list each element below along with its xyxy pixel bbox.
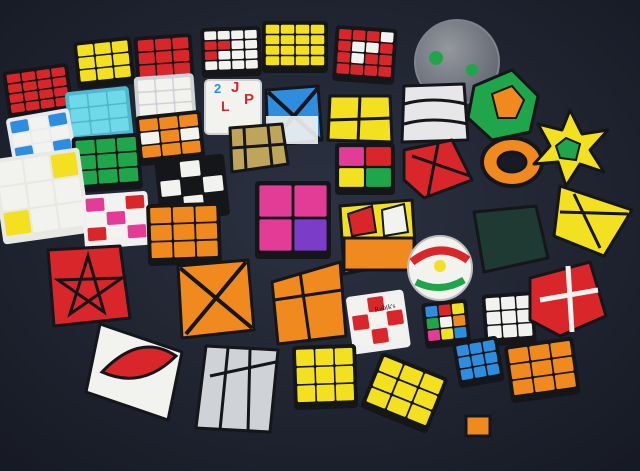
square-one-wedge-2: [380, 202, 410, 238]
cube-orange-front: [504, 336, 581, 404]
square-one-side: [342, 236, 416, 272]
ghost-cube-silver: [194, 344, 280, 434]
cube-blue-small: [452, 335, 505, 388]
cube-4x4-yellow-top: [73, 36, 136, 90]
sticker-text-p: P: [244, 91, 254, 108]
cube-4x4-yellow-top-b: [262, 21, 328, 73]
cube-red-white-top: [332, 25, 398, 85]
ring-puzzle-hole: [496, 150, 528, 174]
cube-yellow-front: [292, 344, 359, 410]
photo-scene: J P L 2 Rubik's: [0, 0, 640, 471]
cube-orange-3x3: [146, 201, 222, 267]
sticker-text-l: L: [221, 98, 230, 114]
cube-2x2-pink: [255, 181, 331, 259]
mirror-like-cube-white: [400, 82, 470, 144]
ball-dot: [434, 260, 446, 272]
cube-pattern-small: [81, 191, 151, 249]
cube-white-red-top: [200, 26, 262, 78]
cube-white-large: [0, 147, 91, 245]
cube-small-white-red: [346, 289, 411, 355]
photo-canvas: J P L 2 Rubik's: [0, 0, 640, 471]
cube-2x2-mixed: [335, 143, 395, 195]
sphere-green-part-2: [466, 64, 478, 76]
sticker-text-j: J: [231, 79, 239, 96]
sphere-green-part: [429, 51, 443, 65]
sticker-text-2: 2: [214, 81, 221, 96]
cube-1x1-tiny: [464, 414, 492, 438]
